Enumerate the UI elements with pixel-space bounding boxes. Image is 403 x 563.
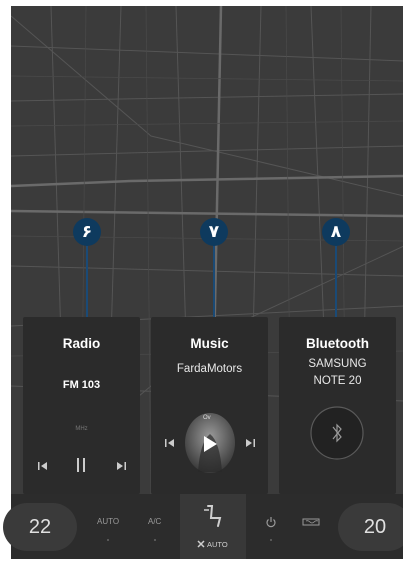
power-indicator [270,539,272,541]
album-art-label: Ov [203,415,211,421]
auto-button[interactable]: AUTO [97,517,119,526]
callout-badge-bluetooth: ۸ [322,218,350,246]
bluetooth-device-line2: NOTE 20 [313,375,362,387]
skip-previous-icon[interactable] [164,437,176,449]
bluetooth-button[interactable] [309,405,365,461]
callout-badge-radio: ۶ [73,218,101,246]
music-card[interactable]: Music FardaMotors Ov [151,317,268,494]
radio-title: Radio [62,336,101,351]
bluetooth-title: Bluetooth [306,336,369,351]
rear-defrost-icon[interactable] [301,516,321,528]
skip-next-icon[interactable] [115,460,127,472]
bluetooth-device-line1: SAMSUNG [308,358,367,370]
bluetooth-card[interactable]: Bluetooth SAMSUNG NOTE 20 [279,317,396,494]
ac-button[interactable]: A/C [148,517,161,526]
pause-icon[interactable] [74,457,88,473]
radio-station: FM 103 [62,379,101,391]
ac-indicator [154,539,156,541]
fan-icon [197,540,205,548]
play-icon[interactable] [201,435,219,453]
music-leader-line [213,242,215,318]
seat-auto-label: AUTO [207,540,228,549]
temp-right[interactable]: 20 [338,503,403,551]
temp-left[interactable]: 22 [3,503,77,551]
callout-badge-music: ۷ [200,218,228,246]
radio-leader-line [86,242,88,318]
power-icon[interactable] [265,516,277,528]
bluetooth-leader-line [335,242,337,318]
skip-next-icon[interactable] [244,437,256,449]
radio-unit: MHz [75,426,88,432]
seat-panel[interactable]: AUTO [180,494,246,559]
skip-previous-icon[interactable] [37,460,49,472]
music-source: FardaMotors [176,363,243,375]
music-title: Music [190,336,229,351]
auto-indicator [107,539,109,541]
radio-card[interactable]: Radio FM 103 MHz [23,317,140,494]
infotainment-screen: ۶ ۷ ۸ Radio FM 103 MHz Music FardaMotors… [11,6,403,559]
seat-icon [204,505,222,527]
climate-bar: 22 AUTO A/C AUTO 20 [3,494,403,559]
